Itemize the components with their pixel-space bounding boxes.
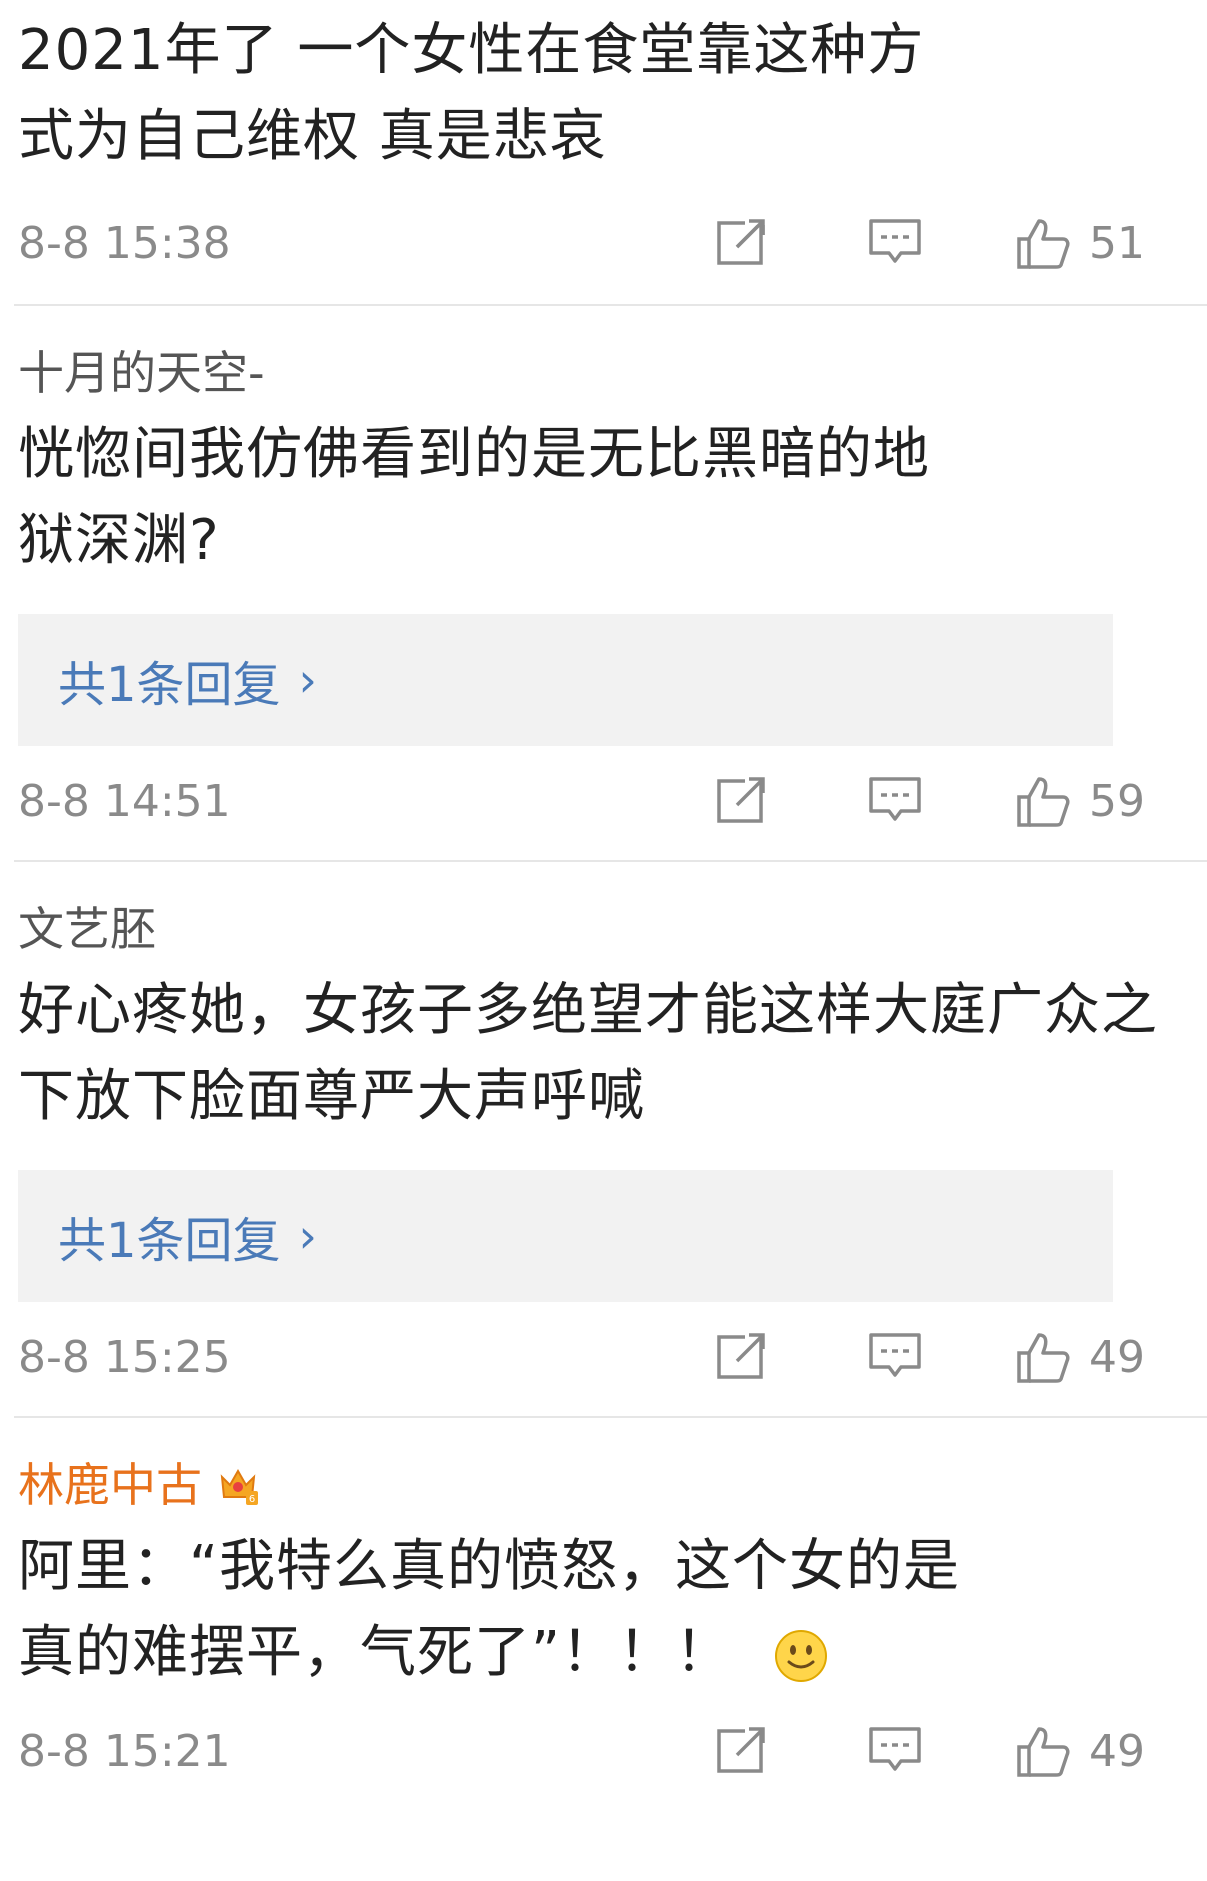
like-count: 59: [1089, 775, 1145, 827]
share-button[interactable]: [715, 771, 771, 831]
comment-icon: [869, 219, 921, 263]
comment-actions: 51: [715, 188, 1145, 298]
share-icon: [717, 217, 767, 265]
comment-author[interactable]: 文艺胚: [18, 898, 1189, 960]
crown-badge-icon: 6: [220, 1468, 258, 1505]
comment-content: 2021年了 一个女性在食堂靠这种方式为自己维权 真是悲哀: [18, 18, 925, 169]
comment-meta: 8-8 14:51 59: [18, 746, 1189, 856]
like-count: 49: [1089, 1331, 1145, 1383]
comment-time: 8-8 15:25: [18, 1331, 231, 1383]
comment-author-name: 林鹿中古: [18, 1458, 202, 1512]
share-button[interactable]: [715, 213, 771, 273]
reply-button[interactable]: [867, 213, 923, 273]
like-button[interactable]: 49: [1015, 1329, 1145, 1385]
share-button[interactable]: [715, 1721, 771, 1781]
comment-item: 2021年了 一个女性在食堂靠这种方式为自己维权 真是悲哀 8-8 15:38 …: [0, 0, 1207, 298]
reply-button[interactable]: [867, 1327, 923, 1387]
like-count: 49: [1089, 1725, 1145, 1777]
comment-item: 文艺胚 好心疼她，女孩子多绝望才能这样大庭广众之下放下脸面尊严大声呼喊 共1条回…: [0, 862, 1207, 1412]
comment-actions: 59: [715, 746, 1145, 856]
share-icon: [717, 1331, 767, 1379]
comment-meta: 8-8 15:38 51: [18, 188, 1189, 298]
comment-item: 林鹿中古 6 阿里：“我特么真的愤怒，这个女的是真的难摆平，气死了”！！！ 8-…: [0, 1418, 1207, 1806]
comment-item: 十月的天空- 恍惚间我仿佛看到的是无比黑暗的地狱深渊? 共1条回复 › 8-8 …: [0, 306, 1207, 856]
comment-time: 8-8 14:51: [18, 775, 231, 827]
smile-emoji-icon: [774, 1629, 827, 1682]
comment-icon: [869, 777, 921, 821]
view-replies-link[interactable]: 共1条回复 ›: [18, 1170, 1113, 1302]
comment-icon: [869, 1727, 921, 1771]
view-replies-label: 共1条回复: [58, 657, 281, 713]
view-replies-label: 共1条回复: [58, 1213, 281, 1269]
comment-actions: 49: [715, 1302, 1145, 1412]
comment-content: 好心疼她，女孩子多绝望才能这样大庭广众之下放下脸面尊严大声呼喊: [18, 978, 1158, 1129]
comment-author[interactable]: 十月的天空-: [18, 342, 1189, 404]
like-count: 51: [1089, 217, 1145, 269]
comment-time: 8-8 15:21: [18, 1725, 231, 1777]
comment-time: 8-8 15:38: [18, 217, 231, 269]
comment-author[interactable]: 林鹿中古 6: [18, 1454, 1189, 1516]
comment-meta: 8-8 15:21 49: [18, 1696, 1189, 1806]
comment-meta: 8-8 15:25 49: [18, 1302, 1189, 1412]
share-icon: [717, 1725, 767, 1773]
share-button[interactable]: [715, 1327, 771, 1387]
view-replies-link[interactable]: 共1条回复 ›: [18, 614, 1113, 746]
reply-button[interactable]: [867, 1721, 923, 1781]
comment-actions: 49: [715, 1696, 1145, 1806]
chevron-right-icon: ›: [298, 1209, 317, 1263]
thumbs-up-icon: [1017, 1333, 1070, 1383]
thumbs-up-icon: [1017, 219, 1070, 269]
comment-content: 阿里：“我特么真的愤怒，这个女的是真的难摆平，气死了”！！！: [18, 1524, 978, 1696]
thumbs-up-icon: [1017, 777, 1070, 827]
comment-icon: [869, 1333, 921, 1377]
share-icon: [717, 775, 767, 823]
like-button[interactable]: 49: [1015, 1723, 1145, 1779]
comment-content: 恍惚间我仿佛看到的是无比黑暗的地狱深渊?: [18, 422, 930, 573]
chevron-right-icon: ›: [298, 653, 317, 707]
like-button[interactable]: 59: [1015, 773, 1145, 829]
svg-text:6: 6: [249, 1494, 255, 1505]
thumbs-up-icon: [1017, 1727, 1070, 1777]
like-button[interactable]: 51: [1015, 215, 1145, 271]
reply-button[interactable]: [867, 771, 923, 831]
